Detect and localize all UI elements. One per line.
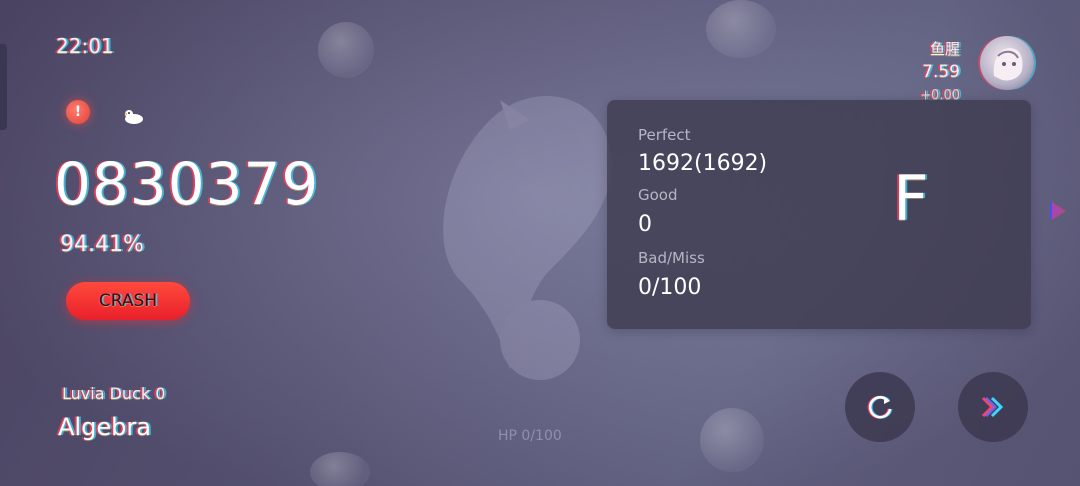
badmiss-label: Bad/Miss [638,249,705,267]
retry-icon [867,395,893,419]
continue-button[interactable] [958,372,1028,442]
warning-icon: ! [66,100,90,124]
background-bubble [700,408,764,472]
background-bubble [310,452,370,486]
hp-readout: HP 0/100 [498,428,562,444]
play-triangle-icon[interactable] [1046,200,1068,222]
good-label: Good [638,186,678,204]
duck-icon [124,110,143,124]
good-count: 0 [638,212,652,237]
song-title: Algebra [58,413,151,441]
avatar-artwork [993,48,1023,81]
perfect-count: 1692(1692) [638,151,768,176]
player-avatar[interactable] [980,36,1034,90]
perfect-label: Perfect [638,126,691,144]
side-drawer-tab[interactable] [0,44,7,130]
result-screen: 22:01 ! 0830379 94.41% CRASH Luvia Duck … [0,0,1080,486]
crash-badge: CRASH [66,282,190,320]
song-artist: Luvia Duck 0 [62,384,166,403]
grade-letter: F [893,162,929,235]
retry-button[interactable] [845,372,915,442]
judgement-panel: Perfect 1692(1692) Good 0 Bad/Miss 0/100… [607,100,1031,329]
badmiss-count: 0/100 [638,275,702,300]
clock: 22:01 [56,34,114,58]
player-rks: 7.59 [922,62,960,82]
player-name: 鱼腥 [929,40,960,58]
score-value: 0830379 [54,150,320,218]
accuracy-value: 94.41% [60,232,144,257]
background-bubble [318,22,374,78]
background-bubble [706,0,776,58]
double-chevron-right-icon [981,396,1004,418]
